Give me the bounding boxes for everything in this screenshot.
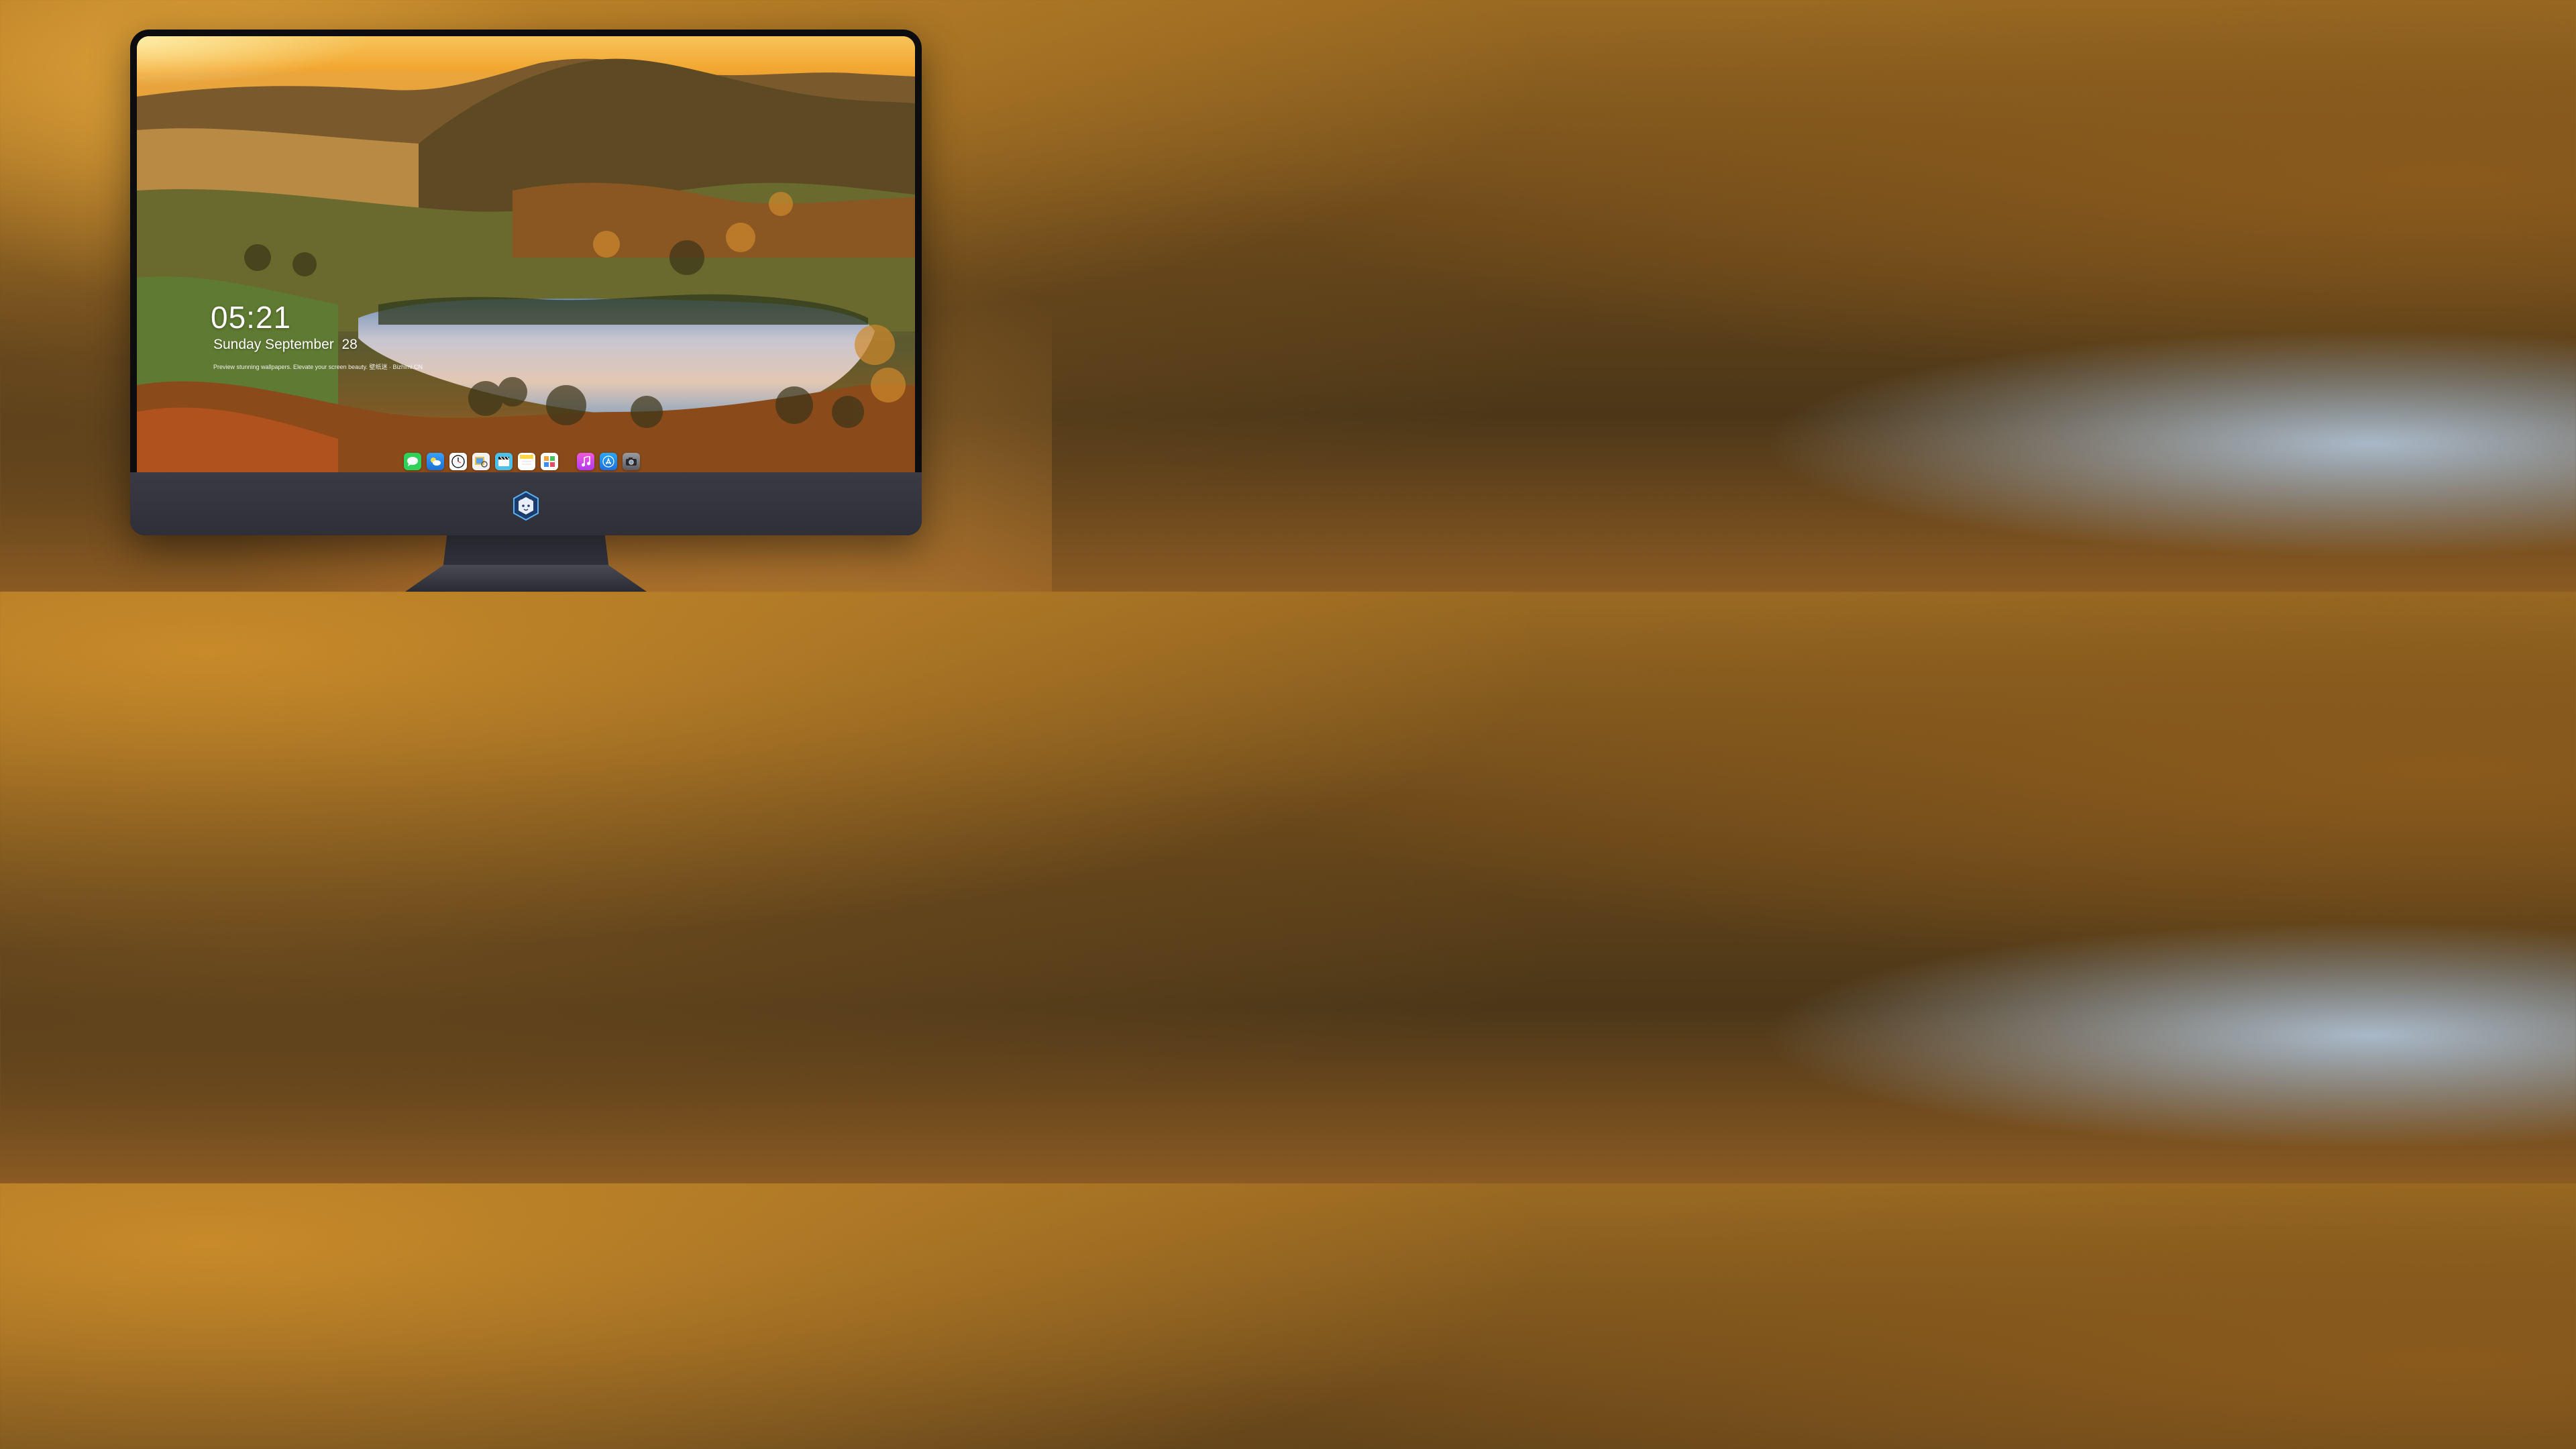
music-icon[interactable] [577,453,594,470]
clock-icon[interactable] [449,453,467,470]
camera-icon[interactable] [623,453,640,470]
app-store-icon[interactable] [600,453,617,470]
monitor-stand-base [405,565,647,592]
fox-mascot-logo [513,491,539,521]
messages-icon[interactable] [404,453,421,470]
clapperboard-icon[interactable] [495,453,513,470]
landscape-wallpaper [137,36,915,472]
photos-icon[interactable] [541,453,558,470]
notes-icon[interactable] [518,453,535,470]
lockscreen-clock: 05:21 [211,300,292,335]
monitor-chin [130,472,922,535]
screen-wallpaper: 05:21 Sunday September 28 Preview stunni… [137,36,915,472]
wallpaper-tagline: Preview stunning wallpapers. Elevate you… [213,364,423,370]
monitor: 05:21 Sunday September 28 Preview stunni… [130,30,922,535]
preview-icon[interactable] [472,453,490,470]
lockscreen-date: Sunday September 28 [213,337,358,352]
dock [404,451,640,472]
weather-icon[interactable] [427,453,444,470]
